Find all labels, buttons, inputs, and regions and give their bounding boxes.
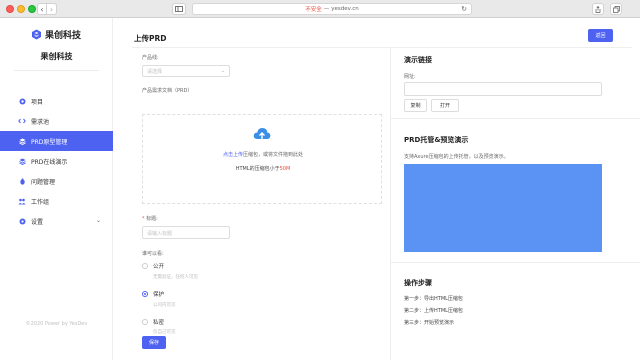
logo-text: 果创科技 [45,31,82,41]
radio-button[interactable] [142,319,148,325]
step-item: 第一步：导出HTML压缩包 [404,296,463,302]
address-label: 网址: [404,74,416,80]
demo-link-title: 演示链接 [404,56,432,64]
radio-label: 保护 [153,292,165,298]
title-label: * 标题: [142,215,158,222]
open-button[interactable]: 打开 [431,99,459,112]
hosting-description: 支持Axure压缩包的上传托管，以及预览演示。 [404,154,509,160]
sidebar-item-requirements[interactable]: 需求池 [0,111,113,131]
radio-button[interactable] [142,263,148,269]
back-arrow-icon[interactable]: ‹ [37,3,47,15]
sidebar-item-prd-manage[interactable]: PRD原型管理 [0,131,113,151]
title-label-text: 标题: [146,216,158,222]
minimize-window-button[interactable] [17,5,25,13]
layers-icon [18,137,26,145]
code-icon [18,117,26,125]
sidebar-item-label: 工作组 [31,198,50,206]
upload-hint-text: 压缩包，或将文件拖到此处 [243,152,304,158]
sidebar-item-label: 项目 [31,98,44,106]
close-window-button[interactable] [6,5,14,13]
copyright: ©2020 Power by YesDev [25,321,88,327]
logo-icon [32,29,41,40]
copy-button[interactable]: 复制 [404,99,427,112]
title-input[interactable]: 请输入标题 [142,226,230,239]
required-mark: * [142,216,145,222]
visibility-option-public[interactable]: 公开 [142,262,164,270]
sidebar-item-label: 问题管理 [31,178,56,186]
radio-label: 公开 [153,264,165,270]
steps-title: 操作步骤 [404,279,432,287]
sidebar-item-label: PRD原型管理 [31,138,68,146]
sidebar-divider [14,70,99,71]
visibility-label: 谁可以看: [142,251,164,257]
radio-label: 私密 [153,320,165,326]
product-line-label: 产品线: [142,55,159,61]
sidebar-item-workgroup[interactable]: 工作组 [0,191,113,211]
sidebar-item-label: 设置 [31,218,44,226]
forward-arrow-icon[interactable]: › [47,3,57,15]
upload-hint: 点击上传压缩包，或将文件拖到此处 [143,151,383,158]
page-title: 上传PRD [134,34,167,43]
upload-limit-value: 50M [279,166,291,172]
step-item: 第二步：上传HTML压缩包 [404,308,463,314]
sidebar-item-label: 需求池 [31,118,50,126]
chevron-down-icon: ⌄ [95,217,101,224]
reload-icon[interactable]: ↻ [461,5,467,13]
cloud-upload-icon [253,128,271,142]
step-item: 第三步：开始预览演示 [404,320,455,326]
sidebar-item-settings[interactable]: 设置 ⌄ [0,211,113,231]
save-button[interactable]: 保存 [142,336,166,349]
chevron-down-icon: ⌄ [220,68,225,74]
insecure-warning: 不安全 [305,7,322,13]
team-icon [18,197,26,205]
share-icon[interactable] [592,3,604,15]
browser-window: ‹ › 不安全 — yesdev.cn ↻ 果创科技 果创科技 项目 需求池 P… [0,0,640,360]
prd-doc-label: 产品需求文档（PRD） [142,88,193,94]
gear-icon [18,217,26,225]
upload-dropzone[interactable]: 点击上传压缩包，或将文件拖到此处 HTML的压缩包小于50M [142,114,382,204]
header-divider [132,47,632,48]
visibility-option-private[interactable]: 私密 [142,318,164,326]
sidebar-nav: 项目 需求池 PRD原型管理 PRD在线演示 问题管理 工作组 设置 ⌄ [0,91,113,231]
address-bar[interactable]: 不安全 — yesdev.cn ↻ [192,3,472,15]
visibility-option-protected[interactable]: 保护 [142,290,164,298]
stack-icon [18,157,26,165]
dot-icon [18,97,26,105]
product-line-select[interactable]: 请选择 ⌄ [142,65,230,77]
url-host: yesdev.cn [331,6,359,12]
sidebar-toggle-icon[interactable] [172,3,186,15]
radio-description: 无需验证，任何人可见 [153,275,198,280]
radio-description: 公司内可见 [153,303,176,308]
click-upload-link[interactable]: 点击上传 [223,152,243,158]
radio-description: 仅自己可见 [153,330,176,335]
product-line-placeholder: 请选择 [147,69,163,75]
section-divider [391,262,640,263]
radio-button-checked[interactable] [142,291,148,297]
bug-icon [18,177,26,185]
section-divider [391,118,640,119]
url-separator: — [323,6,330,12]
sidebar-item-issues[interactable]: 问题管理 [0,171,113,191]
logo[interactable]: 果创科技 [31,28,81,41]
upload-limit: HTML的压缩包小于50M [143,165,383,172]
sidebar: 果创科技 果创科技 项目 需求池 PRD原型管理 PRD在线演示 问题管理 工作… [0,18,113,360]
main-content: 上传PRD 返回 产品线: 请选择 ⌄ 产品需求文档（PRD） 点击上传压缩包，… [114,18,640,360]
zoom-window-button[interactable] [28,5,36,13]
hosting-title: PRD托管&预览演示 [404,136,469,144]
tabs-overview-icon[interactable] [610,3,622,15]
column-divider [390,48,391,360]
sidebar-item-label: PRD在线演示 [31,158,68,166]
preview-frame[interactable] [404,164,602,252]
sidebar-item-projects[interactable]: 项目 [0,91,113,111]
back-button[interactable]: 返回 [588,29,613,42]
browser-toolbar: ‹ › 不安全 — yesdev.cn ↻ [0,0,640,18]
upload-limit-prefix: HTML的压缩包小于 [235,166,280,172]
demo-url-input[interactable] [404,82,602,96]
title-placeholder: 请输入标题 [147,231,173,237]
team-name: 果创科技 [40,52,73,61]
sidebar-item-prd-demo[interactable]: PRD在线演示 [0,151,113,171]
